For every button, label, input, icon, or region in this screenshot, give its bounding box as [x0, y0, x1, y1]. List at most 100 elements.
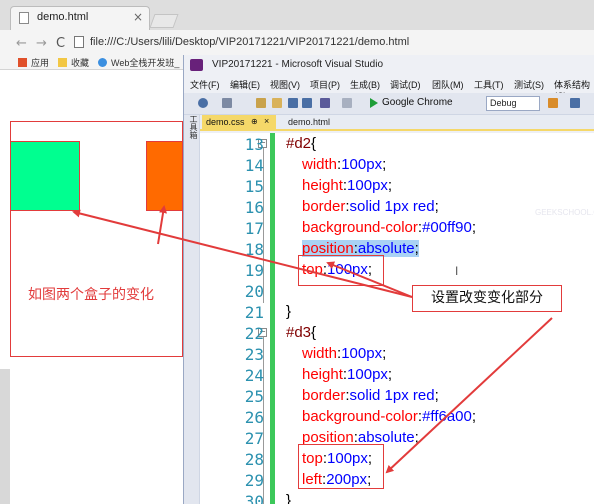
- browser-tab[interactable]: demo.html ×: [10, 6, 150, 30]
- code-text: }: [286, 303, 291, 320]
- browser-tab-strip: demo.html ×: [0, 0, 594, 30]
- code-text: }: [286, 492, 291, 504]
- code-line[interactable]: 29 left:200px;: [200, 469, 594, 490]
- save-icon[interactable]: [288, 98, 298, 108]
- redo-icon[interactable]: [342, 98, 352, 108]
- menu-debug[interactable]: 调试(D): [390, 78, 421, 91]
- configuration-select[interactable]: Debug: [486, 96, 540, 111]
- bookmark-web[interactable]: Web全栈开发班_: [98, 56, 179, 69]
- box-d3: [146, 141, 183, 211]
- visual-studio-icon: [190, 59, 203, 71]
- brace: {: [311, 324, 317, 341]
- code-text: #d2{: [286, 135, 316, 152]
- toolbox-strip[interactable]: [184, 115, 200, 504]
- css-value: 100px: [347, 366, 388, 383]
- code-text: border:solid 1px red;: [302, 387, 439, 404]
- tab-demo-html[interactable]: demo.html: [282, 115, 336, 131]
- web-icon: [98, 58, 107, 67]
- open-file-icon[interactable]: [272, 98, 282, 108]
- css-selector: #d2: [286, 135, 312, 152]
- new-tab-button[interactable]: [149, 14, 179, 28]
- menu-team[interactable]: 团队(M): [432, 78, 464, 91]
- toolbar-extra-icon[interactable]: [548, 98, 558, 108]
- vs-menu-bar: 文件(F) 编辑(E) 视图(V) 项目(P) 生成(B) 调试(D) 团队(M…: [184, 75, 594, 101]
- code-line[interactable]: 26 background-color:#ff6a00;: [200, 406, 594, 427]
- file-icon: [74, 36, 84, 48]
- code-line[interactable]: 14 width:100px;: [200, 154, 594, 175]
- line-number: 21: [244, 303, 264, 322]
- highlight-top: [298, 255, 384, 286]
- close-tab-icon[interactable]: ×: [133, 10, 143, 24]
- browser-toolbar: ← → C file:///C:/Users/lili/Desktop/VIP2…: [0, 30, 594, 56]
- code-text: height:100px;: [302, 366, 393, 383]
- apps-icon: [18, 58, 27, 67]
- toolbar-more-icon[interactable]: [570, 98, 580, 108]
- document-tabs: demo.css ⊕ × demo.html: [200, 115, 594, 131]
- address-bar[interactable]: file:///C:/Users/lili/Desktop/VIP2017122…: [90, 36, 409, 48]
- css-value: solid 1px red: [349, 387, 435, 404]
- start-debug-icon[interactable]: [370, 98, 378, 108]
- menu-test[interactable]: 测试(S): [514, 78, 544, 91]
- menu-edit[interactable]: 编辑(E): [230, 78, 260, 91]
- bookmark-apps[interactable]: 应用: [18, 56, 49, 69]
- folder-icon: [58, 58, 67, 67]
- code-editor[interactable]: − − 13 #d2{14 width:100px; 15 height:100px; 1…: [200, 133, 594, 504]
- back-icon[interactable]: ←: [16, 36, 27, 51]
- menu-project[interactable]: 项目(P): [310, 78, 340, 91]
- forward-navigate-icon[interactable]: [222, 98, 232, 108]
- code-line[interactable]: 15 height:100px;: [200, 175, 594, 196]
- text-cursor: I: [455, 264, 459, 278]
- line-number: 17: [244, 219, 264, 238]
- brace: {: [311, 135, 317, 152]
- reload-icon[interactable]: C: [56, 36, 65, 51]
- line-number: 13: [244, 135, 264, 154]
- css-property: border: [302, 198, 346, 215]
- line-number: 16: [244, 198, 264, 217]
- highlight-top-left: [298, 444, 384, 489]
- code-text: background-color:#00ff90;: [302, 219, 477, 236]
- line-number: 15: [244, 177, 264, 196]
- pin-icon[interactable]: ⊕: [251, 117, 258, 126]
- code-line[interactable]: 28 top:100px;: [200, 448, 594, 469]
- code-line[interactable]: 24 height:100px;: [200, 364, 594, 385]
- menu-file[interactable]: 文件(F): [190, 78, 220, 91]
- menu-build[interactable]: 生成(B): [350, 78, 380, 91]
- menu-view[interactable]: 视图(V): [270, 78, 300, 91]
- tab-title: demo.html: [37, 11, 89, 23]
- line-number: 25: [244, 387, 264, 406]
- tab-demo-css[interactable]: demo.css ⊕ ×: [202, 115, 276, 131]
- visual-studio-window: VIP20171221 - Microsoft Visual Studio 文件…: [183, 55, 594, 504]
- brace: }: [286, 303, 292, 320]
- back-navigate-icon[interactable]: [198, 98, 208, 108]
- css-value: #ff6a00: [422, 408, 472, 425]
- code-line[interactable]: 18 position:absolute;: [200, 238, 594, 259]
- css-selector: #d3: [286, 324, 312, 341]
- code-line[interactable]: 17 background-color:#00ff90;: [200, 217, 594, 238]
- run-target[interactable]: Google Chrome: [382, 97, 453, 108]
- page-viewport: 如图两个盒子的变化: [0, 71, 183, 504]
- line-number: 26: [244, 408, 264, 427]
- close-icon[interactable]: ×: [264, 116, 269, 126]
- vs-toolbar: Google Chrome Debug: [184, 93, 594, 115]
- code-line[interactable]: 22 #d3{: [200, 322, 594, 343]
- toolbox-label[interactable]: 工具箱: [188, 115, 199, 139]
- save-all-icon[interactable]: [302, 98, 312, 108]
- bookmark-favorites[interactable]: 收藏: [58, 56, 89, 69]
- box-d2: [10, 141, 80, 211]
- annotation-label: 设置改变变化部分: [412, 285, 562, 312]
- code-text: width:100px;: [302, 345, 387, 362]
- css-property: border: [302, 387, 346, 404]
- undo-icon[interactable]: [320, 98, 330, 108]
- window-edge: [0, 369, 10, 504]
- code-text: border:solid 1px red;: [302, 198, 439, 215]
- code-line[interactable]: 27 position:absolute;: [200, 427, 594, 448]
- forward-icon[interactable]: →: [36, 36, 47, 51]
- code-line[interactable]: 19 top:100px;: [200, 259, 594, 280]
- code-line[interactable]: 13 #d2{: [200, 133, 594, 154]
- code-line[interactable]: 25 border:solid 1px red;: [200, 385, 594, 406]
- menu-tools[interactable]: 工具(T): [474, 78, 504, 91]
- line-number: 28: [244, 450, 264, 469]
- code-line[interactable]: 23 width:100px;: [200, 343, 594, 364]
- code-line[interactable]: 30}: [200, 490, 594, 504]
- new-project-icon[interactable]: [256, 98, 266, 108]
